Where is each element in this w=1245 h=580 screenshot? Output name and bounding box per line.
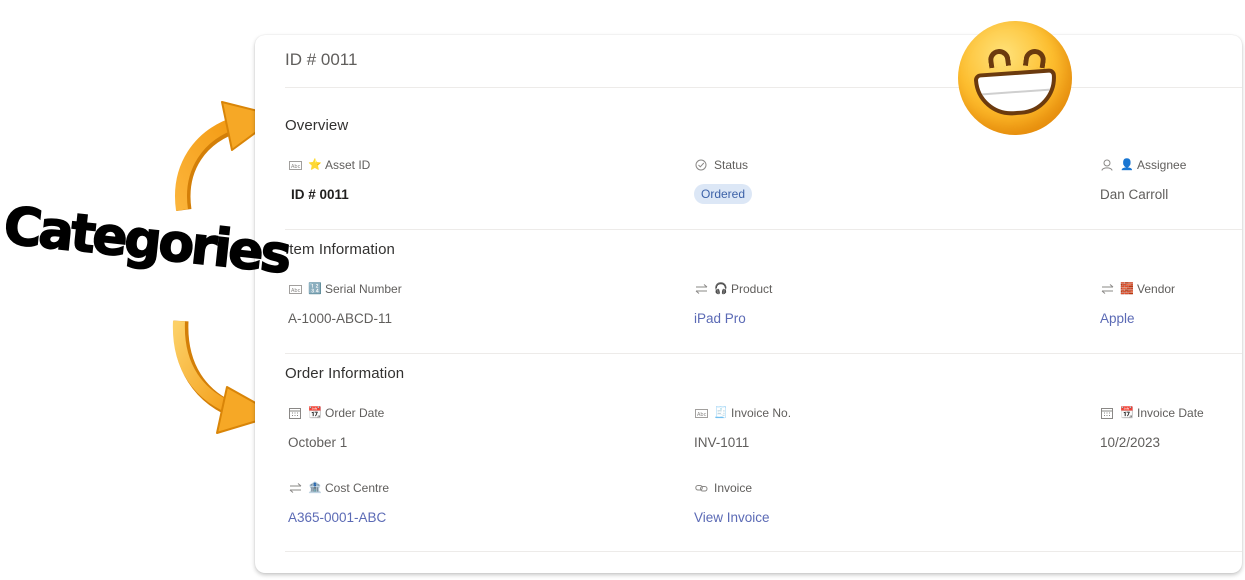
numbers-icon: 🔢 [308,282,322,295]
bank-icon: 🏦 [308,481,322,494]
field-label: Invoice Date [1137,406,1204,420]
calendar-icon [288,407,302,419]
field-product: 🎧 Product iPad Pro [694,281,1054,326]
lookup-icon [1100,283,1114,295]
invoice-number-value[interactable]: INV-1011 [694,435,1054,450]
lookup-icon [694,283,708,295]
star-icon: ⭐ [308,158,322,171]
field-vendor: 🧱 Vendor Apple [1100,281,1242,326]
section-title-item-information: Item Information [285,241,395,258]
field-label: Order Date [325,406,385,420]
field-label: Invoice No. [731,406,792,420]
divider [285,229,1242,230]
text-field-icon: Abc [288,159,302,171]
divider [285,551,1242,552]
calendar-icon [1100,407,1114,419]
field-status: Status Ordered [694,157,1054,204]
divider [285,87,1242,88]
svg-text:Abc: Abc [291,163,301,169]
link-icon [694,482,708,494]
invoice-date-value[interactable]: 10/2/2023 [1100,435,1242,450]
svg-text:Abc: Abc [291,287,301,293]
field-label: Vendor [1137,282,1176,296]
record-title: ID # 0011 [285,50,358,69]
lookup-icon [288,482,302,494]
field-label: Product [731,282,773,296]
section-title-order-information: Order Information [285,365,405,382]
order-date-value[interactable]: October 1 [288,435,648,450]
calendar-emoji-icon: 📆 [308,406,322,419]
field-invoice-number: Abc 🧾 Invoice No. INV-1011 [694,405,1054,450]
bricks-icon: 🧱 [1120,282,1134,295]
field-invoice-date: 📆 Invoice Date 10/2/2023 [1100,405,1242,450]
field-invoice: Invoice View Invoice [694,480,1054,525]
section-title-overview: Overview [285,117,349,134]
view-invoice-link[interactable]: View Invoice [694,510,1054,525]
text-field-icon: Abc [694,407,708,419]
assignee-value[interactable]: Dan Carroll [1100,187,1242,202]
field-serial-number: Abc 🔢 Serial Number A-1000-ABCD-11 [288,281,648,326]
svg-text:Abc: Abc [697,411,707,417]
receipt-icon: 🧾 [714,406,728,419]
field-order-date: 📆 Order Date October 1 [288,405,648,450]
asset-detail-card: ID # 0011 Overview Abc ⭐ Asset ID ID # 0… [255,35,1242,573]
status-badge[interactable]: Ordered [694,184,753,204]
field-label: Status [714,158,749,172]
divider [285,353,1242,354]
text-field-icon: Abc [288,283,302,295]
vendor-link[interactable]: Apple [1100,311,1242,326]
field-label: Cost Centre [325,481,390,495]
headphones-icon: 🎧 [714,282,728,295]
field-label: Asset ID [325,158,371,172]
user-silhouette-icon: 👤 [1120,158,1134,171]
field-label: Invoice [714,481,753,495]
field-asset-id: Abc ⭐ Asset ID ID # 0011 [288,157,648,202]
person-icon [1100,159,1114,171]
serial-number-value[interactable]: A-1000-ABCD-11 [288,311,648,326]
grinning-face-emoji-icon [958,21,1072,135]
field-label: Serial Number [325,282,402,296]
field-label: Assignee [1137,158,1187,172]
calendar-emoji-icon: 📆 [1120,406,1134,419]
asset-id-value[interactable]: ID # 0011 [291,187,648,202]
choice-check-icon [694,159,708,171]
product-link[interactable]: iPad Pro [694,311,1054,326]
field-cost-centre: 🏦 Cost Centre A365-0001-ABC [288,480,648,525]
field-assignee: 👤 Assignee Dan Carroll [1100,157,1242,202]
cost-centre-link[interactable]: A365-0001-ABC [288,510,648,525]
